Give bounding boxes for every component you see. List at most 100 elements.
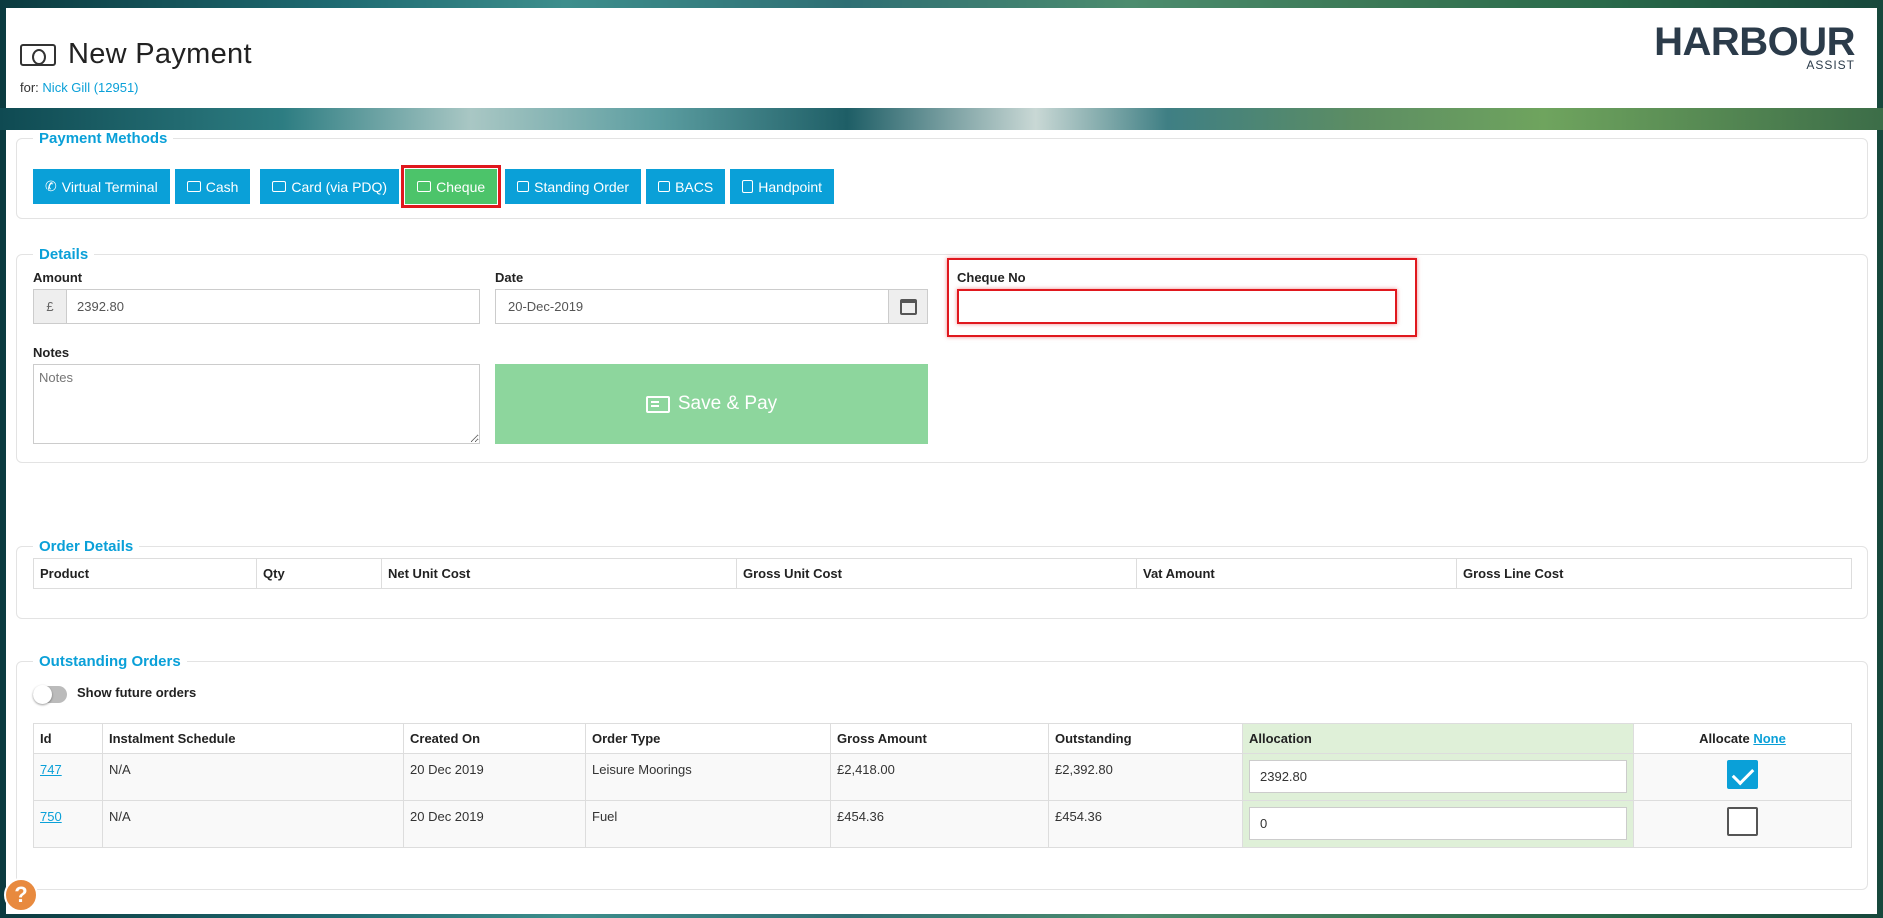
help-icon[interactable]: ? xyxy=(4,878,38,912)
card-pdq-button[interactable]: Card (via PDQ) xyxy=(260,169,400,204)
bacs-button[interactable]: BACS xyxy=(646,169,726,204)
details-section: Details Amount £ 2392.80 Date 20-Dec-201… xyxy=(16,246,1868,463)
cash-button[interactable]: Cash xyxy=(174,169,251,204)
order-id-link[interactable]: 747 xyxy=(40,762,62,777)
order-details-header-row: Product Qty Net Unit Cost Gross Unit Cos… xyxy=(33,558,1852,589)
notes-label: Notes xyxy=(33,345,70,360)
card-pdq-label: Card (via PDQ) xyxy=(291,178,388,195)
date-label: Date xyxy=(495,270,524,285)
show-future-orders-toggle[interactable] xyxy=(33,685,67,704)
currency-addon: £ xyxy=(34,290,67,323)
row-gross-amount: £454.36 xyxy=(830,800,1049,848)
calendar-icon xyxy=(517,181,530,192)
col-gross-amount: Gross Amount xyxy=(830,723,1049,754)
row-id-cell: 750 xyxy=(33,800,103,848)
row-allocation-cell: 2392.80 xyxy=(1242,753,1634,801)
col-instalment-schedule: Instalment Schedule xyxy=(102,723,404,754)
date-field[interactable]: 20-Dec-2019 xyxy=(495,289,928,324)
payment-methods-section: Payment Methods ✆ Virtual Terminal Cash … xyxy=(16,130,1868,219)
row-outstanding: £454.36 xyxy=(1048,800,1243,848)
col-allocate: Allocate None xyxy=(1633,723,1852,754)
row-schedule: N/A xyxy=(102,753,404,801)
cheque-icon xyxy=(645,395,670,413)
row-outstanding: £2,392.80 xyxy=(1048,753,1243,801)
outstanding-orders-legend: Outstanding Orders xyxy=(39,653,181,670)
col-gross-line-cost: Gross Line Cost xyxy=(1456,558,1852,589)
virtual-terminal-label: Virtual Terminal xyxy=(61,178,158,195)
virtual-terminal-button[interactable]: ✆ Virtual Terminal xyxy=(33,169,170,204)
money-icon xyxy=(20,43,56,66)
bacs-label: BACS xyxy=(675,178,714,195)
row-allocate-cell xyxy=(1633,800,1852,848)
amount-value: 2392.80 xyxy=(77,299,124,314)
row-created-on: 20 Dec 2019 xyxy=(403,753,586,801)
cheque-no-input[interactable] xyxy=(957,289,1397,324)
order-id-link[interactable]: 750 xyxy=(40,809,62,824)
cash-label: Cash xyxy=(205,178,239,195)
col-product: Product xyxy=(33,558,257,589)
standing-order-label: Standing Order xyxy=(534,178,630,195)
allocation-input[interactable]: 0 xyxy=(1249,807,1627,840)
calendar-button[interactable] xyxy=(888,290,927,323)
row-order-type: Fuel xyxy=(585,800,831,848)
col-id: Id xyxy=(33,723,103,754)
main-panel: Payment Methods ✆ Virtual Terminal Cash … xyxy=(6,130,1877,914)
for-prefix: for: xyxy=(20,80,39,95)
row-id-cell: 747 xyxy=(33,753,103,801)
allocation-input[interactable]: 2392.80 xyxy=(1249,760,1627,793)
allocate-checkbox[interactable] xyxy=(1727,807,1758,836)
col-net-unit-cost: Net Unit Cost xyxy=(381,558,737,589)
row-created-on: 20 Dec 2019 xyxy=(403,800,586,848)
phone-icon: ✆ xyxy=(45,178,57,194)
col-qty: Qty xyxy=(256,558,382,589)
col-created-on: Created On xyxy=(403,723,586,754)
row-order-type: Leisure Moorings xyxy=(585,753,831,801)
cash-icon xyxy=(186,181,201,192)
handpoint-button[interactable]: Handpoint xyxy=(730,169,835,204)
amount-field[interactable]: £ 2392.80 xyxy=(33,289,480,324)
col-order-type: Order Type xyxy=(585,723,831,754)
calculator-icon xyxy=(742,180,754,193)
standing-order-button[interactable]: Standing Order xyxy=(505,169,642,204)
col-vat-amount: Vat Amount xyxy=(1136,558,1457,589)
show-future-orders-label: Show future orders xyxy=(77,685,197,700)
col-gross-unit-cost: Gross Unit Cost xyxy=(736,558,1137,589)
logo-main-text: HARBOUR xyxy=(1654,20,1855,64)
order-details-legend: Order Details xyxy=(39,538,134,555)
customer-link[interactable]: Nick Gill (12951) xyxy=(42,80,138,95)
outstanding-orders-section: Outstanding Orders Show future orders Id… xyxy=(16,653,1868,890)
outstanding-header-row: Id Instalment Schedule Created On Order … xyxy=(33,723,1852,754)
row-allocation-cell: 0 xyxy=(1242,800,1634,848)
customer-line: for: Nick Gill (12951) xyxy=(20,80,139,95)
order-details-section: Order Details Product Qty Net Unit Cost … xyxy=(16,538,1868,619)
allocate-checkbox[interactable] xyxy=(1727,760,1758,789)
payment-methods-legend: Payment Methods xyxy=(39,130,168,147)
allocate-none-link[interactable]: None xyxy=(1753,731,1786,746)
harbour-assist-logo: HARBOUR ASSIST xyxy=(1654,22,1855,72)
cheque-icon xyxy=(417,181,432,192)
cheque-label: Cheque xyxy=(436,178,486,195)
order-details-table: Product Qty Net Unit Cost Gross Unit Cos… xyxy=(33,558,1852,589)
row-schedule: N/A xyxy=(102,800,404,848)
cheque-button[interactable]: Cheque xyxy=(401,165,502,208)
col-outstanding: Outstanding xyxy=(1048,723,1243,754)
save-pay-button[interactable]: Save & Pay xyxy=(495,364,928,444)
amount-label: Amount xyxy=(33,270,83,285)
notes-textarea[interactable] xyxy=(33,364,480,444)
row-gross-amount: £2,418.00 xyxy=(830,753,1049,801)
background-image-strip xyxy=(0,108,1883,130)
row-allocate-cell xyxy=(1633,753,1852,801)
save-pay-label: Save & Pay xyxy=(677,393,778,414)
payment-methods-buttons: ✆ Virtual Terminal Cash Card (via PDQ) C… xyxy=(33,165,839,208)
allocate-label: Allocate xyxy=(1699,731,1750,746)
handpoint-label: Handpoint xyxy=(758,178,823,195)
card-icon xyxy=(272,181,287,192)
details-legend: Details xyxy=(39,246,89,263)
calendar-icon xyxy=(899,298,917,315)
date-value: 20-Dec-2019 xyxy=(508,299,584,314)
page-header: New Payment for: Nick Gill (12951) HARBO… xyxy=(6,8,1877,108)
outstanding-orders-table: Id Instalment Schedule Created On Order … xyxy=(33,723,1852,848)
page-title: New Payment xyxy=(68,38,252,70)
table-row: 747 N/A 20 Dec 2019 Leisure Moorings £2,… xyxy=(33,753,1852,801)
col-allocation: Allocation xyxy=(1242,723,1634,754)
